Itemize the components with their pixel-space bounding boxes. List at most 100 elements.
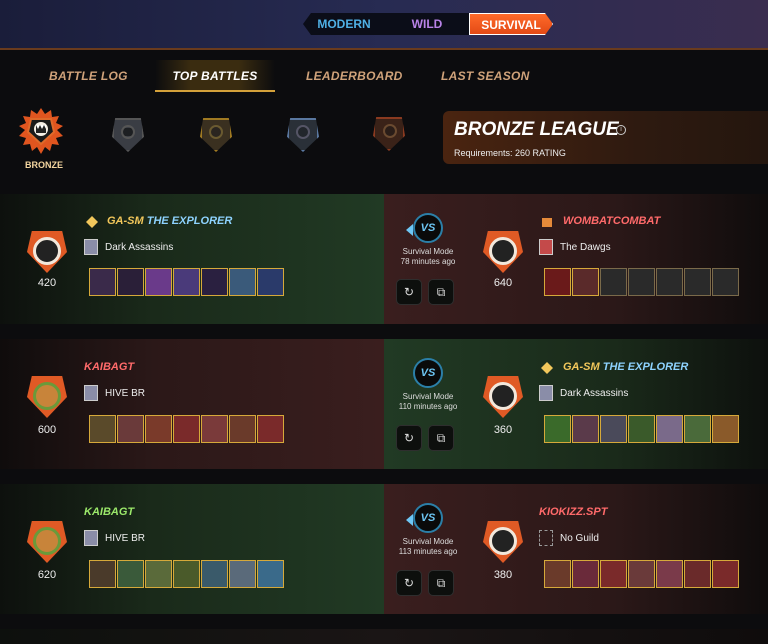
tab-battle-log[interactable]: BATTLE LOG xyxy=(49,60,128,92)
avatar[interactable] xyxy=(483,521,523,563)
replay-button[interactable]: ↻ xyxy=(396,279,422,305)
card-monster[interactable] xyxy=(684,415,711,443)
guild-icon xyxy=(84,385,98,401)
guild-name[interactable]: The Dawgs xyxy=(560,242,611,253)
guild-icon xyxy=(84,239,98,255)
card-slot-empty xyxy=(628,268,655,296)
battle-row: 600 KAIBAGT HIVE BR VS Survival Mode 110… xyxy=(0,339,768,469)
no-guild-icon xyxy=(539,530,553,546)
player-title-icon xyxy=(542,218,552,227)
copy-button[interactable]: ⧉ xyxy=(428,570,454,596)
card-monster[interactable] xyxy=(145,268,172,296)
card-summoner[interactable] xyxy=(89,415,116,443)
player-rating: 420 xyxy=(37,277,57,289)
player-name[interactable]: KIOKIZZ.SPT xyxy=(539,506,607,518)
avatar[interactable] xyxy=(27,231,67,273)
card-summoner[interactable] xyxy=(89,268,116,296)
replay-button[interactable]: ↻ xyxy=(396,425,422,451)
copy-icon: ⧉ xyxy=(436,576,446,590)
replay-icon: ↻ xyxy=(403,431,415,445)
card-summoner[interactable] xyxy=(89,560,116,588)
team-cards xyxy=(544,415,739,443)
battle-time: 78 minutes ago xyxy=(400,257,456,266)
guild-icon xyxy=(539,239,553,255)
replay-button[interactable]: ↻ xyxy=(396,570,422,596)
card-monster[interactable] xyxy=(656,560,683,588)
tab-leaderboard[interactable]: LEADERBOARD xyxy=(306,60,403,92)
player-name[interactable]: KAIBAGT xyxy=(84,361,134,373)
team-cards xyxy=(544,560,739,588)
bronze-league-icon[interactable]: BRONZE xyxy=(19,108,63,170)
team-cards xyxy=(544,268,739,296)
tab-top-battles[interactable]: TOP BATTLES xyxy=(155,60,275,92)
card-monster[interactable] xyxy=(117,560,144,588)
card-summoner[interactable] xyxy=(544,560,571,588)
card-monster[interactable] xyxy=(684,560,711,588)
card-monster[interactable] xyxy=(145,560,172,588)
card-monster[interactable] xyxy=(572,560,599,588)
card-monster[interactable] xyxy=(712,415,739,443)
guild-name[interactable]: Dark Assassins xyxy=(105,242,173,253)
card-monster[interactable] xyxy=(145,415,172,443)
card-monster[interactable] xyxy=(173,415,200,443)
card-monster[interactable] xyxy=(229,415,256,443)
card-monster[interactable] xyxy=(257,560,284,588)
card-monster[interactable] xyxy=(229,560,256,588)
tab-last-season[interactable]: LAST SEASON xyxy=(441,60,530,92)
guild-name[interactable]: HIVE BR xyxy=(105,388,145,399)
top-header-bar: MODERN WILD SURVIVAL xyxy=(0,0,768,50)
guild-name[interactable]: HIVE BR xyxy=(105,533,145,544)
copy-button[interactable]: ⧉ xyxy=(428,425,454,451)
card-monster[interactable] xyxy=(572,268,599,296)
player-title-icon xyxy=(541,362,553,374)
card-monster[interactable] xyxy=(257,268,284,296)
avatar[interactable] xyxy=(483,231,523,273)
card-summoner[interactable] xyxy=(544,415,571,443)
avatar[interactable] xyxy=(27,376,67,418)
avatar[interactable] xyxy=(483,376,523,418)
next-battle-row-partial xyxy=(0,629,768,644)
tab-wild[interactable]: WILD xyxy=(385,13,469,35)
card-monster[interactable] xyxy=(229,268,256,296)
champion-league-icon[interactable] xyxy=(367,111,413,159)
card-monster[interactable] xyxy=(257,415,284,443)
player-name[interactable]: KAIBAGT xyxy=(84,506,134,518)
card-monster[interactable] xyxy=(173,560,200,588)
card-monster[interactable] xyxy=(712,560,739,588)
format-switcher: MODERN WILD SURVIVAL xyxy=(303,13,553,35)
battle-info: VS Survival Mode 78 minutes ago xyxy=(394,213,462,267)
diamond-league-icon[interactable] xyxy=(282,114,324,156)
gold-league-icon[interactable] xyxy=(195,114,237,156)
info-icon[interactable]: i xyxy=(616,125,626,135)
avatar[interactable] xyxy=(27,521,67,563)
tab-survival[interactable]: SURVIVAL xyxy=(469,13,553,35)
copy-button[interactable]: ⧉ xyxy=(428,279,454,305)
battle-nav-tabs: BATTLE LOG TOP BATTLES LEADERBOARD LAST … xyxy=(0,60,768,92)
copy-icon: ⧉ xyxy=(436,431,446,445)
player-rating: 600 xyxy=(37,424,57,436)
card-monster[interactable] xyxy=(117,268,144,296)
guild-name[interactable]: Dark Assassins xyxy=(560,388,628,399)
card-monster[interactable] xyxy=(628,560,655,588)
card-monster[interactable] xyxy=(656,415,683,443)
card-monster[interactable] xyxy=(600,415,627,443)
player-name[interactable]: GA-SM THE EXPLORER xyxy=(107,215,232,227)
card-monster[interactable] xyxy=(201,268,228,296)
card-monster[interactable] xyxy=(201,415,228,443)
player-name[interactable]: GA-SM THE EXPLORER xyxy=(563,361,688,373)
battle-actions: ↻ ⧉ xyxy=(396,425,454,451)
card-monster[interactable] xyxy=(600,560,627,588)
card-summoner[interactable] xyxy=(544,268,571,296)
battle-time: 113 minutes ago xyxy=(398,547,458,556)
silver-league-icon[interactable] xyxy=(107,114,149,156)
player-name[interactable]: WOMBATCOMBAT xyxy=(563,215,660,227)
card-monster[interactable] xyxy=(173,268,200,296)
guild-row: The Dawgs xyxy=(539,239,611,255)
card-monster[interactable] xyxy=(201,560,228,588)
card-monster[interactable] xyxy=(117,415,144,443)
battle-mode: Survival Mode xyxy=(402,392,454,401)
tab-modern[interactable]: MODERN xyxy=(303,13,385,35)
battle-actions: ↻ ⧉ xyxy=(396,570,454,596)
card-monster[interactable] xyxy=(628,415,655,443)
card-monster[interactable] xyxy=(572,415,599,443)
